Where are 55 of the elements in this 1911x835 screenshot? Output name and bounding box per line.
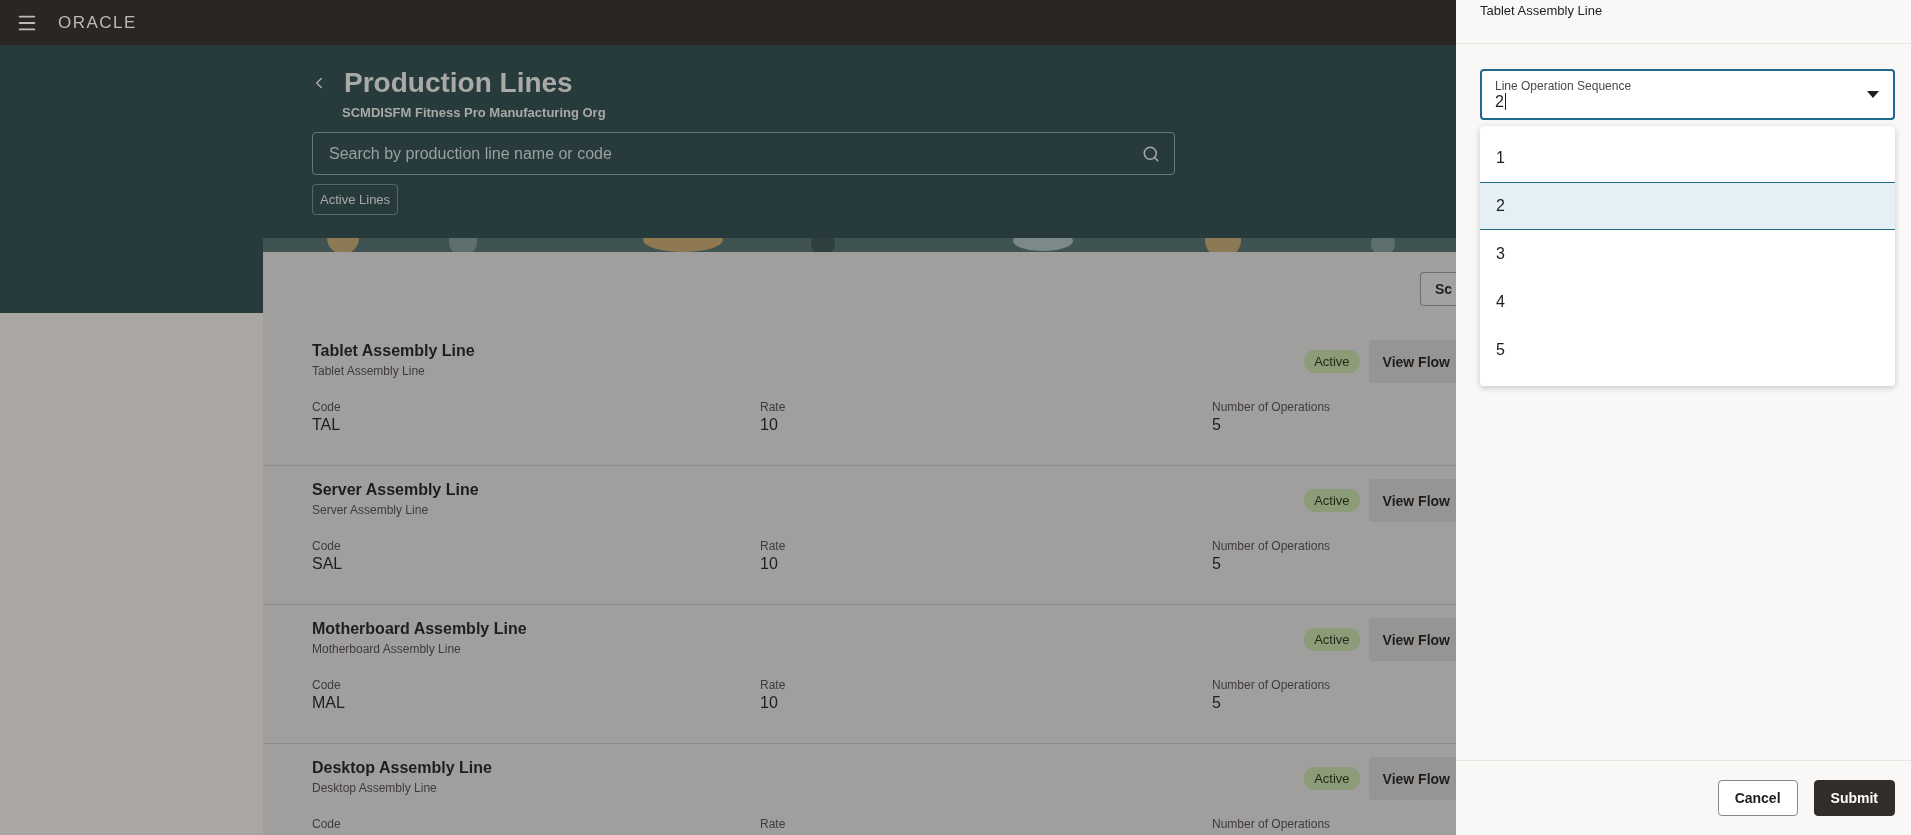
field-value: 10 xyxy=(760,694,779,712)
view-flow-button[interactable]: View Flow xyxy=(1368,479,1456,522)
line-name: Server Assembly Line xyxy=(312,481,480,499)
field-label: Rate xyxy=(760,678,787,692)
field-value: 10 xyxy=(760,555,779,573)
search-input[interactable]: Search by production line name or code xyxy=(327,143,1111,164)
cancel-button[interactable]: Cancel xyxy=(1717,780,1798,816)
dropdown-option[interactable]: 5 xyxy=(1480,326,1895,374)
line-name: Tablet Assembly Line xyxy=(312,342,476,360)
field-value: TAL xyxy=(312,416,342,434)
sequence-select[interactable]: Line Operation Sequence 2 xyxy=(1480,69,1895,120)
logo: ORACLE xyxy=(58,12,137,33)
field-value: 5 xyxy=(1212,555,1222,573)
line-name: Motherboard Assembly Line xyxy=(312,620,528,638)
field-value: 10 xyxy=(760,416,779,434)
line-description: Server Assembly Line xyxy=(312,503,430,517)
field-label: Code xyxy=(312,678,342,692)
field-label: Number of Operations xyxy=(1212,817,1332,831)
dropdown-option[interactable]: 4 xyxy=(1480,278,1895,326)
caret-icon xyxy=(1867,91,1879,98)
dropdown-option[interactable]: 3 xyxy=(1480,230,1895,278)
view-flow-button[interactable]: View Flow xyxy=(1368,757,1456,800)
line-description: Motherboard Assembly Line xyxy=(312,642,462,656)
field-label: Rate xyxy=(760,400,787,414)
line-description: Tablet Assembly Line xyxy=(312,364,426,378)
field-label: Code xyxy=(312,539,342,553)
status-badge: Active xyxy=(1304,350,1360,373)
field-value: SAL xyxy=(312,555,344,573)
status-badge: Active xyxy=(1304,489,1360,512)
field-value: 5 xyxy=(1212,694,1222,712)
toolbar-button[interactable]: Sc xyxy=(1419,272,1456,306)
view-flow-button[interactable]: View Flow xyxy=(1368,340,1456,383)
page-subtitle: SCMDISFM Fitness Pro Manufacturing Org xyxy=(342,105,607,120)
field-label: Rate xyxy=(760,539,787,553)
field-label: Code xyxy=(312,400,342,414)
drawer-title: Tablet Assembly Line xyxy=(1480,3,1603,18)
page-title: Production Lines xyxy=(344,67,573,99)
field-value: 5 xyxy=(1212,416,1222,434)
dropdown-option[interactable]: 2 xyxy=(1480,182,1895,230)
status-badge: Active xyxy=(1304,628,1360,651)
status-badge: Active xyxy=(1304,767,1360,790)
field-value: MAL xyxy=(312,694,346,712)
field-label: Number of Operations xyxy=(1212,539,1332,553)
dropdown-option[interactable]: 1 xyxy=(1480,134,1895,182)
line-name: Desktop Assembly Line xyxy=(312,759,493,777)
filter-chip[interactable]: Active Lines xyxy=(312,184,399,215)
submit-button[interactable]: Submit xyxy=(1813,780,1895,816)
field-label: Rate xyxy=(760,817,787,831)
search-field[interactable]: Search by production line name or code xyxy=(312,132,1175,175)
field-label: Code xyxy=(312,817,342,831)
view-flow-button[interactable]: View Flow xyxy=(1368,618,1456,661)
search-icon[interactable] xyxy=(1142,144,1160,163)
field-label: Number of Operations xyxy=(1212,400,1332,414)
line-description: Desktop Assembly Line xyxy=(312,781,438,795)
field-label: Number of Operations xyxy=(1212,678,1332,692)
